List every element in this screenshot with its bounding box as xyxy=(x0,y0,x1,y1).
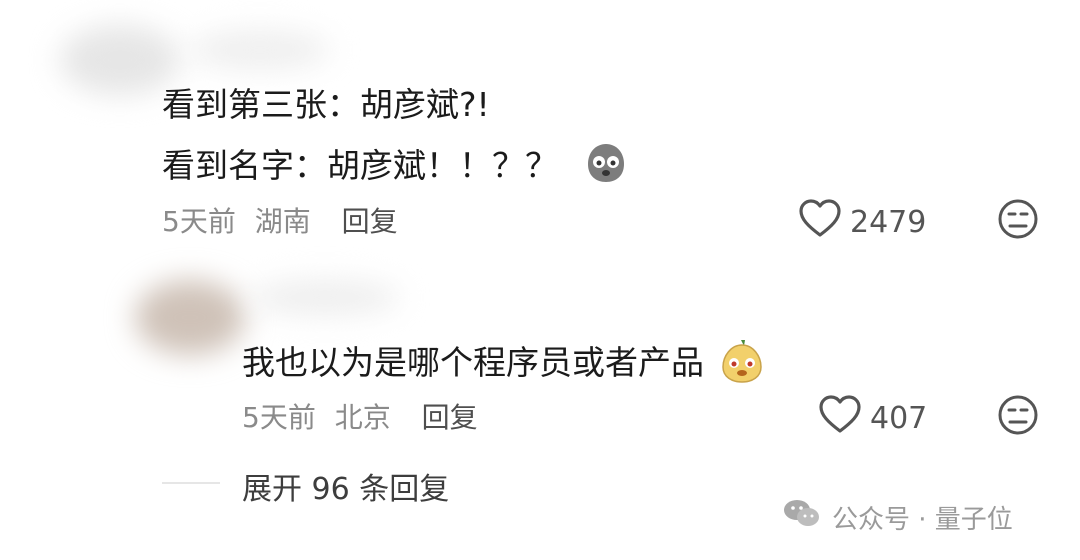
heart-icon xyxy=(798,198,842,246)
comment-2-like-button[interactable]: 407 xyxy=(818,394,927,442)
comment-2-reply-button[interactable]: 回复 xyxy=(422,401,478,434)
pear-face-emoji xyxy=(719,336,765,393)
neutral-face-icon xyxy=(998,199,1038,239)
comment-1-like-count: 2479 xyxy=(850,204,927,240)
comment-1-line-2: 看到名字：胡彦斌！！？？ xyxy=(162,140,629,195)
watermark-text: 公众号 · 量子位 xyxy=(832,505,1013,535)
comment-2-meta: 5天前 北京 回复 xyxy=(242,396,478,436)
wechat-icon xyxy=(782,497,822,538)
comment-2-text: 我也以为是哪个程序员或者产品 xyxy=(242,343,704,382)
comment-1-location: 湖南 xyxy=(254,205,311,238)
comment-2-time: 5天前 xyxy=(242,401,316,434)
sad-face-emoji xyxy=(583,140,629,195)
expand-replies-button[interactable]: 展开 96 条回复 xyxy=(242,464,449,508)
comment-2-like-count: 407 xyxy=(870,400,928,436)
comment-2-body: 我也以为是哪个程序员或者产品 xyxy=(242,336,765,393)
comment-2-dislike-button[interactable] xyxy=(997,394,1039,436)
avatar-blur-2 xyxy=(135,280,245,355)
heart-icon xyxy=(818,394,862,442)
comment-1-reply-button[interactable]: 回复 xyxy=(342,205,398,238)
expand-divider xyxy=(162,482,220,484)
comment-1-line-2-text: 看到名字：胡彦斌！！？？ xyxy=(162,146,558,185)
comment-1-time: 5天前 xyxy=(162,205,236,238)
username-blur-1 xyxy=(190,30,330,70)
comment-1-like-button[interactable]: 2479 xyxy=(798,198,926,246)
watermark: 公众号 · 量子位 xyxy=(782,497,1013,538)
neutral-face-icon xyxy=(998,395,1038,435)
comment-1-line-1: 看到第三张：胡彦斌?! xyxy=(162,85,490,124)
comment-1-meta: 5天前 湖南 回复 xyxy=(162,200,398,240)
comment-2-location: 北京 xyxy=(334,401,391,434)
comment-1-dislike-button[interactable] xyxy=(997,198,1039,240)
username-blur-2 xyxy=(250,280,400,315)
